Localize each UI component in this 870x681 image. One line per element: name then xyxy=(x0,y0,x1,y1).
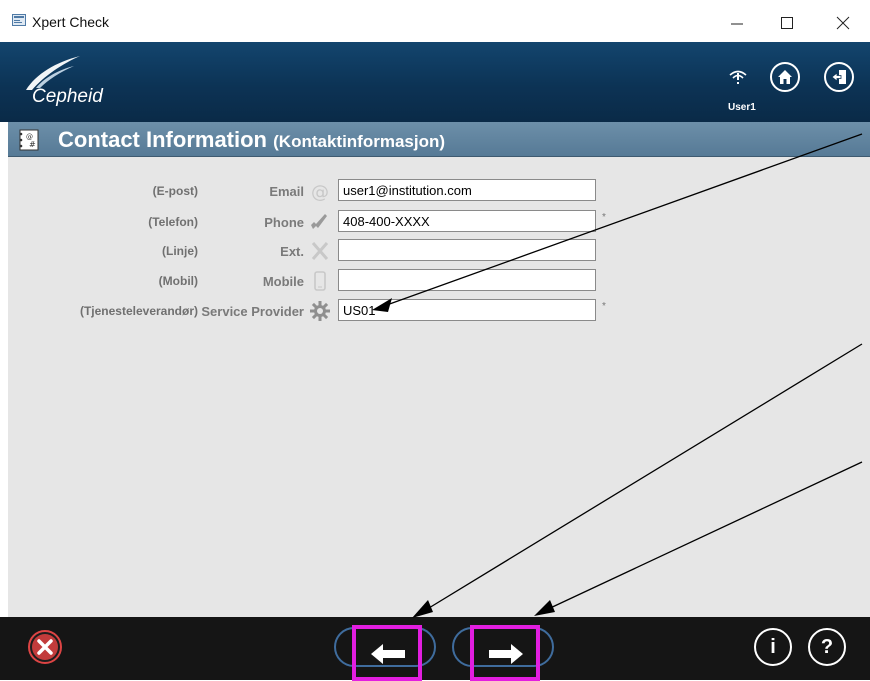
cancel-button[interactable] xyxy=(28,630,62,664)
next-button-highlight xyxy=(470,625,540,681)
logout-button[interactable] xyxy=(824,62,854,92)
back-button-highlight xyxy=(352,625,422,681)
window-title: Xpert Check xyxy=(32,14,110,30)
extension-label: Ext. xyxy=(280,244,304,259)
svg-text:@: @ xyxy=(311,182,329,202)
extension-icon xyxy=(311,242,329,260)
mobile-label: Mobile xyxy=(262,274,304,289)
section-header: @ # Contact Information (Kontaktinformas… xyxy=(8,122,870,157)
logout-icon xyxy=(831,70,846,84)
gear-icon xyxy=(310,301,330,321)
phone-icon xyxy=(311,214,327,229)
phone-required-marker: * xyxy=(602,212,606,223)
contact-form-panel: (E-post) Email @ (Telefon) Phone * (Linj… xyxy=(8,157,870,617)
info-button[interactable]: i xyxy=(754,628,792,666)
home-icon xyxy=(778,70,792,84)
close-icon xyxy=(836,16,850,30)
phone-field[interactable] xyxy=(338,210,596,232)
mobile-field[interactable] xyxy=(338,269,596,291)
at-icon: @ xyxy=(311,182,329,202)
cancel-icon xyxy=(32,634,58,660)
arrow-right-icon xyxy=(489,644,523,664)
page-title: Contact Information (Kontaktinformasjon) xyxy=(58,127,445,153)
service-provider-translation: (Tjenesteleverandør) xyxy=(79,304,198,318)
app-icon xyxy=(12,14,26,26)
footer-bar: i ? xyxy=(0,617,870,681)
email-field-extension[interactable] xyxy=(497,179,596,201)
minimize-button[interactable] xyxy=(714,8,760,38)
page-title-main: Contact Information xyxy=(58,127,267,152)
email-label: Email xyxy=(269,184,304,199)
minimize-icon xyxy=(731,23,743,25)
next-button[interactable] xyxy=(452,625,554,681)
brand-name: Cepheid xyxy=(32,86,103,107)
back-button[interactable] xyxy=(334,625,436,681)
service-provider-label: Service Provider xyxy=(201,304,304,319)
app-header: Cepheid User1 xyxy=(0,42,870,122)
user-label: User1 xyxy=(728,102,756,113)
network-warning-icon xyxy=(729,70,747,84)
mobile-icon xyxy=(314,271,326,291)
mobile-row: (Mobil) Mobile xyxy=(8,269,870,293)
svg-text:#: # xyxy=(29,140,36,149)
email-row: (E-post) Email @ xyxy=(8,179,870,203)
extension-row: (Linje) Ext. xyxy=(8,239,870,263)
home-button[interactable] xyxy=(770,62,800,92)
service-provider-required-marker: * xyxy=(602,301,606,312)
extension-field[interactable] xyxy=(338,239,596,261)
phone-row: (Telefon) Phone * xyxy=(8,210,870,234)
window-title-bar: Xpert Check xyxy=(0,0,870,42)
page-title-translation: (Kontaktinformasjon) xyxy=(273,132,446,151)
contact-card-icon: @ # xyxy=(19,129,39,151)
maximize-icon xyxy=(781,17,793,29)
phone-translation: (Telefon) xyxy=(148,215,198,229)
phone-label: Phone xyxy=(264,215,304,230)
extension-translation: (Linje) xyxy=(162,244,198,258)
close-button[interactable] xyxy=(820,8,866,38)
maximize-button[interactable] xyxy=(764,8,810,38)
help-button[interactable]: ? xyxy=(808,628,846,666)
service-provider-field[interactable] xyxy=(338,299,596,321)
email-field[interactable] xyxy=(338,179,498,201)
mobile-translation: (Mobil) xyxy=(158,274,198,288)
email-translation: (E-post) xyxy=(152,184,198,198)
arrow-left-icon xyxy=(371,644,405,664)
service-provider-row: (Tjenesteleverandør) Service Provider * xyxy=(8,299,870,323)
